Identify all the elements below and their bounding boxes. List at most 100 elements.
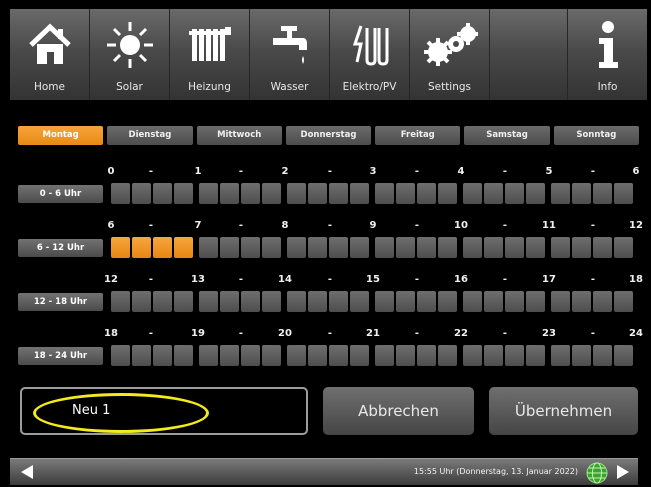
time-slot[interactable] <box>132 237 151 258</box>
time-slot[interactable] <box>614 291 633 312</box>
time-slot[interactable] <box>350 237 369 258</box>
time-slot[interactable] <box>572 345 591 366</box>
tab-freitag[interactable]: Freitag <box>375 126 461 145</box>
time-slot[interactable] <box>262 291 281 312</box>
time-slot[interactable] <box>438 291 457 312</box>
time-slot[interactable] <box>308 183 327 204</box>
time-slot[interactable] <box>526 237 545 258</box>
time-slot[interactable] <box>350 183 369 204</box>
time-slot[interactable] <box>505 291 524 312</box>
tab-donnerstag[interactable]: Donnerstag <box>285 126 372 145</box>
time-slot[interactable] <box>262 345 281 366</box>
time-slot[interactable] <box>350 291 369 312</box>
time-slot[interactable] <box>572 237 591 258</box>
nav-wasser[interactable]: Wasser <box>250 9 330 100</box>
cancel-button[interactable]: Abbrechen <box>323 387 474 435</box>
time-slot[interactable] <box>287 183 306 204</box>
time-slot[interactable] <box>593 291 612 312</box>
time-slot[interactable] <box>484 237 503 258</box>
time-slot[interactable] <box>417 237 436 258</box>
time-slot[interactable] <box>199 345 218 366</box>
nav-home[interactable]: Home <box>10 9 90 100</box>
tab-mittwoch[interactable]: Mittwoch <box>196 126 282 145</box>
time-slot[interactable] <box>396 237 415 258</box>
nav-info[interactable]: Info <box>568 9 647 100</box>
time-slot[interactable] <box>308 345 327 366</box>
time-slot[interactable] <box>220 345 239 366</box>
time-slot[interactable] <box>375 237 394 258</box>
time-slot[interactable] <box>526 291 545 312</box>
time-slot[interactable] <box>505 183 524 204</box>
time-slot[interactable] <box>132 291 151 312</box>
nav-settings[interactable]: Settings <box>410 9 490 100</box>
time-slot[interactable] <box>417 345 436 366</box>
tab-samstag[interactable]: Samstag <box>464 126 550 145</box>
time-slot[interactable] <box>199 237 218 258</box>
time-slot[interactable] <box>111 291 130 312</box>
time-slot[interactable] <box>329 183 348 204</box>
time-slot[interactable] <box>241 237 260 258</box>
time-slot[interactable] <box>111 183 130 204</box>
time-slot[interactable] <box>505 237 524 258</box>
tab-montag[interactable]: Montag <box>18 126 104 145</box>
time-slot[interactable] <box>329 237 348 258</box>
time-slot[interactable] <box>614 237 633 258</box>
time-slot[interactable] <box>438 237 457 258</box>
time-range-button[interactable]: 12 - 18 Uhr <box>18 293 103 311</box>
time-slot[interactable] <box>111 237 130 258</box>
time-slot[interactable] <box>551 183 570 204</box>
time-slot[interactable] <box>463 345 482 366</box>
time-slot[interactable] <box>463 291 482 312</box>
time-slot[interactable] <box>396 345 415 366</box>
time-range-button[interactable]: 18 - 24 Uhr <box>18 347 103 365</box>
time-slot[interactable] <box>484 183 503 204</box>
nav-solar[interactable]: Solar <box>90 9 170 100</box>
tab-sonntag[interactable]: Sonntag <box>553 126 639 145</box>
time-slot[interactable] <box>220 291 239 312</box>
time-slot[interactable] <box>551 291 570 312</box>
time-slot[interactable] <box>463 237 482 258</box>
time-slot[interactable] <box>551 345 570 366</box>
time-slot[interactable] <box>174 291 193 312</box>
time-slot[interactable] <box>262 237 281 258</box>
time-slot[interactable] <box>308 237 327 258</box>
time-slot[interactable] <box>174 345 193 366</box>
time-slot[interactable] <box>350 345 369 366</box>
time-slot[interactable] <box>220 237 239 258</box>
time-slot[interactable] <box>593 183 612 204</box>
time-slot[interactable] <box>396 183 415 204</box>
time-slot[interactable] <box>614 345 633 366</box>
apply-button[interactable]: Übernehmen <box>489 387 638 435</box>
nav-heizung[interactable]: Heizung <box>170 9 250 100</box>
time-slot[interactable] <box>375 345 394 366</box>
time-slot[interactable] <box>484 345 503 366</box>
time-slot[interactable] <box>241 345 260 366</box>
time-slot[interactable] <box>463 183 482 204</box>
time-slot[interactable] <box>593 237 612 258</box>
time-slot[interactable] <box>174 183 193 204</box>
time-slot[interactable] <box>262 183 281 204</box>
time-slot[interactable] <box>111 345 130 366</box>
time-slot[interactable] <box>526 183 545 204</box>
time-slot[interactable] <box>329 291 348 312</box>
nav-elektro-pv[interactable]: Elektro/PV <box>330 9 410 100</box>
time-slot[interactable] <box>153 345 172 366</box>
time-slot[interactable] <box>308 291 327 312</box>
time-slot[interactable] <box>593 345 612 366</box>
time-slot[interactable] <box>396 291 415 312</box>
time-slot[interactable] <box>153 183 172 204</box>
forward-arrow-icon[interactable] <box>616 464 630 484</box>
time-slot[interactable] <box>329 345 348 366</box>
time-slot[interactable] <box>438 345 457 366</box>
time-slot[interactable] <box>417 183 436 204</box>
time-slot[interactable] <box>220 183 239 204</box>
time-slot[interactable] <box>199 291 218 312</box>
tab-dienstag[interactable]: Dienstag <box>107 126 193 145</box>
globe-icon[interactable] <box>586 462 608 487</box>
time-range-button[interactable]: 0 - 6 Uhr <box>18 185 103 203</box>
time-slot[interactable] <box>287 345 306 366</box>
time-slot[interactable] <box>174 237 193 258</box>
time-slot[interactable] <box>551 237 570 258</box>
time-slot[interactable] <box>614 183 633 204</box>
time-slot[interactable] <box>132 183 151 204</box>
